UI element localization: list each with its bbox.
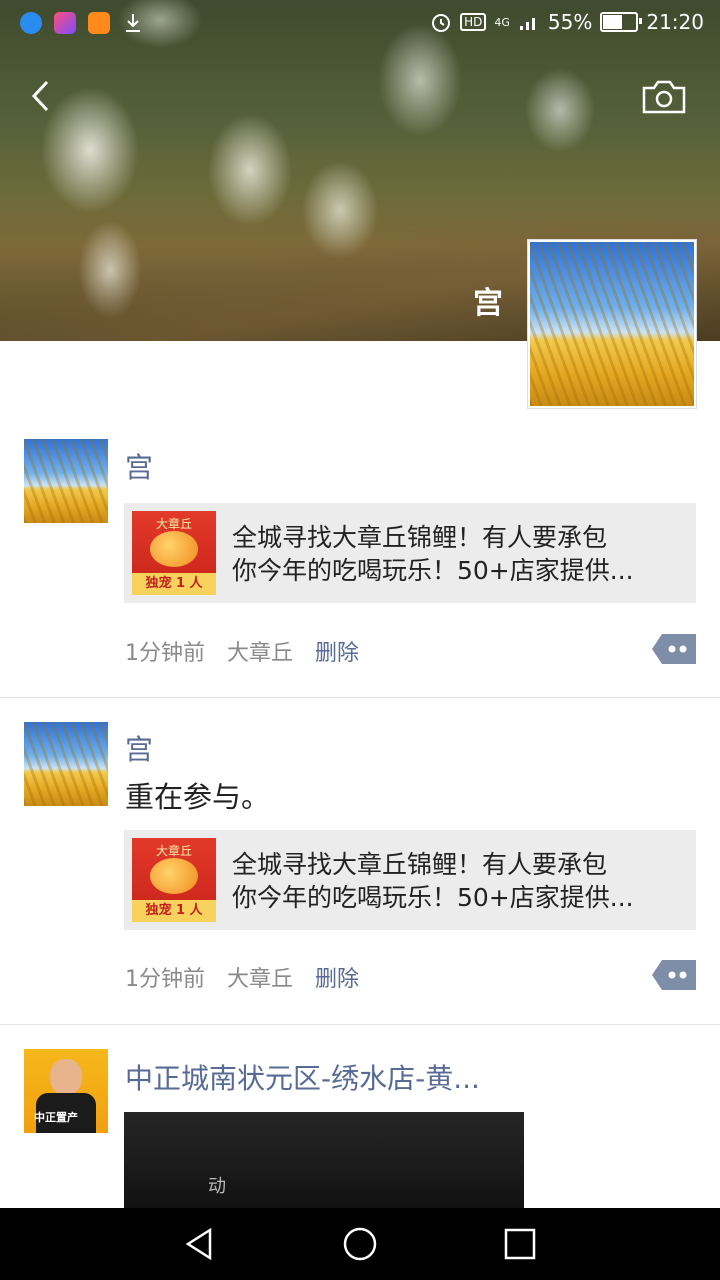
thumb-label-top: 大章丘 xyxy=(155,517,192,531)
feed-post: 宫 重在参与。 大章丘 独宠 1 人 全城寻找大章丘锦鲤！有人要承包 你今年的吃… xyxy=(0,698,720,1025)
camera-button[interactable] xyxy=(640,76,688,116)
huya-icon xyxy=(88,12,110,34)
koi-icon xyxy=(150,858,198,894)
video-app-icon xyxy=(54,12,76,34)
person-photo xyxy=(50,1059,82,1095)
post-author[interactable]: 宫 xyxy=(125,728,153,768)
battery-icon xyxy=(600,12,643,32)
comment-button[interactable] xyxy=(652,960,696,990)
nav-home-button[interactable] xyxy=(340,1224,380,1264)
download-icon xyxy=(126,14,140,32)
post-author[interactable]: 中正城南状元区-绣水店-黄... xyxy=(125,1057,480,1097)
thumb-label-bottom: 独宠 1 人 xyxy=(132,900,216,922)
triangle-back-icon xyxy=(185,1227,212,1261)
post-time: 1分钟前 xyxy=(125,967,205,992)
post-author[interactable]: 宫 xyxy=(125,446,153,486)
post-location[interactable]: 大章丘 xyxy=(227,635,293,667)
video-thumbnail[interactable]: 动 xyxy=(124,1112,524,1212)
post-meta: 1分钟前 大章丘 删除 xyxy=(125,635,359,667)
circle-home-icon xyxy=(343,1227,377,1261)
cover-user-name[interactable]: 宫 xyxy=(473,278,503,322)
koi-icon xyxy=(150,531,198,567)
square-recents-icon xyxy=(504,1228,536,1260)
more-dots-icon xyxy=(652,960,696,990)
link-thumbnail: 大章丘 独宠 1 人 xyxy=(132,838,216,922)
link-title-line2: 你今年的吃喝玩乐！50+店家提供... xyxy=(232,556,634,585)
hd-icon: HD xyxy=(460,13,487,31)
alarm-icon xyxy=(432,14,451,32)
link-title: 全城寻找大章丘锦鲤！有人要承包 你今年的吃喝玩乐！50+店家提供... xyxy=(232,848,672,914)
post-location[interactable]: 大章丘 xyxy=(227,961,293,993)
battery-percent: 55% xyxy=(547,10,593,34)
post-text: 重在参与。 xyxy=(125,780,271,814)
nav-back-button[interactable] xyxy=(180,1224,220,1264)
chevron-left-icon xyxy=(31,80,49,112)
shared-link-card[interactable]: 大章丘 独宠 1 人 全城寻找大章丘锦鲤！有人要承包 你今年的吃喝玩乐！50+店… xyxy=(124,503,696,603)
thumb-label-bottom: 独宠 1 人 xyxy=(132,573,216,595)
video-caption: 动 xyxy=(208,1176,226,1197)
post-time: 1分钟前 xyxy=(125,641,205,666)
thumb-label-top: 大章丘 xyxy=(155,844,192,858)
link-title-line1: 全城寻找大章丘锦鲤！有人要承包 xyxy=(232,850,608,879)
feed-post: 宫 大章丘 独宠 1 人 全城寻找大章丘锦鲤！有人要承包 你今年的吃喝玩乐！50… xyxy=(0,420,720,698)
network-type: 4G xyxy=(494,15,510,29)
link-thumbnail: 大章丘 独宠 1 人 xyxy=(132,511,216,595)
delete-button[interactable]: 删除 xyxy=(315,635,359,667)
link-title-line2: 你今年的吃喝玩乐！50+店家提供... xyxy=(232,883,634,912)
delete-button[interactable]: 删除 xyxy=(315,961,359,993)
post-avatar[interactable] xyxy=(24,439,108,523)
signal-icon xyxy=(519,18,535,30)
qq-browser-icon xyxy=(20,12,42,34)
shared-link-card[interactable]: 大章丘 独宠 1 人 全城寻找大章丘锦鲤！有人要承包 你今年的吃喝玩乐！50+店… xyxy=(124,830,696,930)
link-title-line1: 全城寻找大章丘锦鲤！有人要承包 xyxy=(232,523,608,552)
status-bar: HD 4G 55% 21:20 xyxy=(0,0,720,50)
post-avatar[interactable] xyxy=(24,722,108,806)
comment-button[interactable] xyxy=(652,634,696,664)
avatar-label: 中正置产 xyxy=(34,1111,78,1124)
system-nav-bar xyxy=(0,1208,720,1280)
back-button[interactable] xyxy=(22,76,62,116)
camera-icon xyxy=(642,80,686,114)
nav-recents-button[interactable] xyxy=(500,1224,540,1264)
profile-avatar[interactable] xyxy=(528,240,696,408)
clock: 21:20 xyxy=(646,10,704,34)
link-title: 全城寻找大章丘锦鲤！有人要承包 你今年的吃喝玩乐！50+店家提供... xyxy=(232,521,672,587)
post-avatar[interactable]: 中正置产 xyxy=(24,1049,108,1133)
post-meta: 1分钟前 大章丘 删除 xyxy=(125,961,359,993)
more-dots-icon xyxy=(652,634,696,664)
